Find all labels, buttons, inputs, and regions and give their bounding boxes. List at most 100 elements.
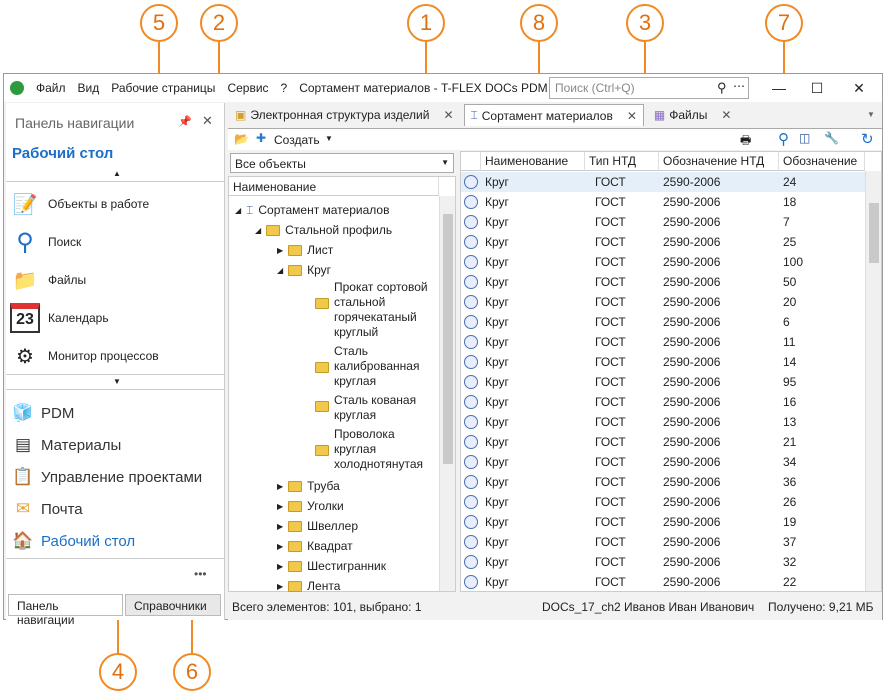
nav-item-search[interactable]: ⚲ Поиск: [10, 225, 81, 259]
tree-node-square[interactable]: ▶ Квадрат: [277, 539, 353, 554]
tree-node-channel[interactable]: ▶ Швеллер: [277, 519, 358, 534]
nav-tab-references[interactable]: Справочники: [125, 594, 221, 616]
nav-item-files[interactable]: 📁 Файлы: [10, 263, 87, 297]
callout-3: 3: [626, 4, 664, 42]
table-row[interactable]: Круг ГОСТ 2590-2006 32: [461, 552, 865, 572]
nav-projects[interactable]: 📋 Управление проектами: [11, 464, 202, 490]
tab-materials[interactable]: ⌶ Сортамент материалов ✕: [463, 104, 644, 126]
minimize-button[interactable]: —: [769, 78, 789, 98]
table-row[interactable]: Круг ГОСТ 2590-2006 22: [461, 572, 865, 592]
table-row[interactable]: Круг ГОСТ 2590-2006 34: [461, 452, 865, 472]
col-ntd[interactable]: Обозначение НТД: [659, 152, 779, 171]
nav-pdm[interactable]: 🧊 PDM: [11, 400, 74, 426]
table-row[interactable]: Круг ГОСТ 2590-2006 16: [461, 392, 865, 412]
maximize-button[interactable]: ☐: [807, 78, 827, 98]
nav-item-calendar[interactable]: 23 Календарь: [10, 301, 109, 335]
table-row[interactable]: Круг ГОСТ 2590-2006 25: [461, 232, 865, 252]
scroll-down-icon[interactable]: ▼: [113, 377, 121, 386]
cell-name: Круг: [485, 175, 509, 189]
create-icon[interactable]: ✚: [256, 131, 266, 145]
cell-designation: 14: [783, 355, 797, 369]
tab-files[interactable]: ▦ Файлы ✕: [647, 104, 739, 126]
create-button[interactable]: Создать: [274, 133, 320, 147]
tab-product-structure[interactable]: ▣ Электронная структура изделий ✕: [228, 104, 461, 126]
tab-close-icon[interactable]: ✕: [443, 108, 453, 122]
cell-name: Круг: [485, 315, 509, 329]
filter-select[interactable]: Все объекты ▼: [230, 153, 454, 173]
cell-ntd: 2590-2006: [663, 215, 721, 229]
table-row[interactable]: Круг ГОСТ 2590-2006 36: [461, 472, 865, 492]
table-row[interactable]: Круг ГОСТ 2590-2006 95: [461, 372, 865, 392]
create-dropdown-icon[interactable]: ▼: [325, 134, 333, 143]
menu-file[interactable]: Файл: [30, 81, 72, 95]
window-title: Сортамент материалов - T-FLEX DOCs PDM: [299, 81, 548, 95]
refresh-icon[interactable]: ↻: [861, 130, 874, 148]
tree-leaf-2[interactable]: Сталь калиброванная круглая: [315, 344, 435, 389]
nav-mail[interactable]: ✉ Почта: [11, 496, 83, 522]
tree-root[interactable]: ◢ ⌶ Сортамент материалов: [235, 203, 389, 218]
table-row[interactable]: Круг ГОСТ 2590-2006 19: [461, 512, 865, 532]
cell-name: Круг: [485, 195, 509, 209]
panel-icon[interactable]: ◫: [799, 131, 810, 145]
material-icon: [464, 435, 478, 449]
cell-ntd: 2590-2006: [663, 435, 721, 449]
tree-leaf-4[interactable]: Проволока круглая холоднотянутая: [315, 427, 435, 472]
menu-help[interactable]: ?: [275, 81, 294, 95]
table-row[interactable]: Круг ГОСТ 2590-2006 18: [461, 192, 865, 212]
more-icon[interactable]: ⋯: [733, 79, 745, 93]
tree-node-hex[interactable]: ▶ Шестигранник: [277, 559, 386, 574]
tree-node-pipe[interactable]: ▶ Труба: [277, 479, 340, 494]
tree-node-circle[interactable]: ◢ Круг: [277, 263, 331, 278]
tree-node-sheet[interactable]: ▶ Лист: [277, 243, 333, 258]
nav-tab-panel[interactable]: Панель навигации: [8, 594, 123, 627]
cell-type: ГОСТ: [595, 455, 626, 469]
tree-scrollbar[interactable]: [439, 196, 455, 591]
mail-icon: ✉: [15, 499, 31, 518]
search-icon[interactable]: ⚲: [717, 80, 727, 96]
material-icon: [464, 275, 478, 289]
table-row[interactable]: Круг ГОСТ 2590-2006 14: [461, 352, 865, 372]
scroll-up-icon[interactable]: ▲: [113, 169, 121, 178]
tree-node-angles[interactable]: ▶ Уголки: [277, 499, 344, 514]
nav-close-icon[interactable]: ✕: [202, 113, 213, 129]
cell-ntd: 2590-2006: [663, 575, 721, 589]
search-toolbar-icon[interactable]: ⚲: [778, 130, 789, 148]
table-row[interactable]: Круг ГОСТ 2590-2006 6: [461, 312, 865, 332]
nav-item-monitor[interactable]: ⚙ Монитор процессов: [10, 339, 159, 373]
up-folder-icon[interactable]: 📂: [234, 132, 249, 146]
table-row[interactable]: Круг ГОСТ 2590-2006 13: [461, 412, 865, 432]
print-icon[interactable]: 🖶: [740, 131, 751, 152]
table-row[interactable]: Круг ГОСТ 2590-2006 50: [461, 272, 865, 292]
wrench-icon[interactable]: 🔧: [824, 131, 839, 145]
tab-close-icon[interactable]: ✕: [627, 109, 637, 123]
cell-ntd: 2590-2006: [663, 295, 721, 309]
grid-scrollbar[interactable]: [865, 171, 881, 591]
nav-item-work[interactable]: 📝 Объекты в работе: [10, 187, 150, 221]
table-row[interactable]: Круг ГОСТ 2590-2006 37: [461, 532, 865, 552]
menu-workspaces[interactable]: Рабочие страницы: [105, 81, 221, 95]
pin-icon[interactable]: 📌: [178, 115, 192, 128]
menu-view[interactable]: Вид: [72, 81, 106, 95]
tab-close-icon[interactable]: ✕: [721, 108, 731, 122]
nav-desktop[interactable]: 🏠 Рабочий стол: [11, 528, 135, 554]
col-designation[interactable]: Обозначение: [779, 152, 865, 171]
tree-node-strip[interactable]: ▶ Лента: [277, 579, 340, 594]
tree-node-steel[interactable]: ◢ Стальной профиль: [255, 223, 392, 238]
tree-leaf-1[interactable]: Прокат сортовой стальной горячекатаный к…: [315, 280, 435, 340]
table-row[interactable]: Круг ГОСТ 2590-2006 20: [461, 292, 865, 312]
tabs-dropdown-icon[interactable]: ▼: [867, 110, 875, 119]
more-options-icon[interactable]: •••: [194, 567, 207, 581]
table-row[interactable]: Круг ГОСТ 2590-2006 26: [461, 492, 865, 512]
files-tab-icon: ▦: [653, 108, 666, 122]
table-row[interactable]: Круг ГОСТ 2590-2006 7: [461, 212, 865, 232]
col-type[interactable]: Тип НТД: [585, 152, 659, 171]
table-row[interactable]: Круг ГОСТ 2590-2006 21: [461, 432, 865, 452]
table-row[interactable]: Круг ГОСТ 2590-2006 24: [461, 172, 865, 192]
menu-service[interactable]: Сервис: [221, 81, 274, 95]
col-name[interactable]: Наименование: [481, 152, 585, 171]
tree-leaf-3[interactable]: Сталь кованая круглая: [315, 393, 435, 423]
table-row[interactable]: Круг ГОСТ 2590-2006 100: [461, 252, 865, 272]
nav-materials[interactable]: ▤ Материалы: [11, 432, 121, 458]
table-row[interactable]: Круг ГОСТ 2590-2006 11: [461, 332, 865, 352]
close-button[interactable]: ✕: [849, 78, 869, 98]
